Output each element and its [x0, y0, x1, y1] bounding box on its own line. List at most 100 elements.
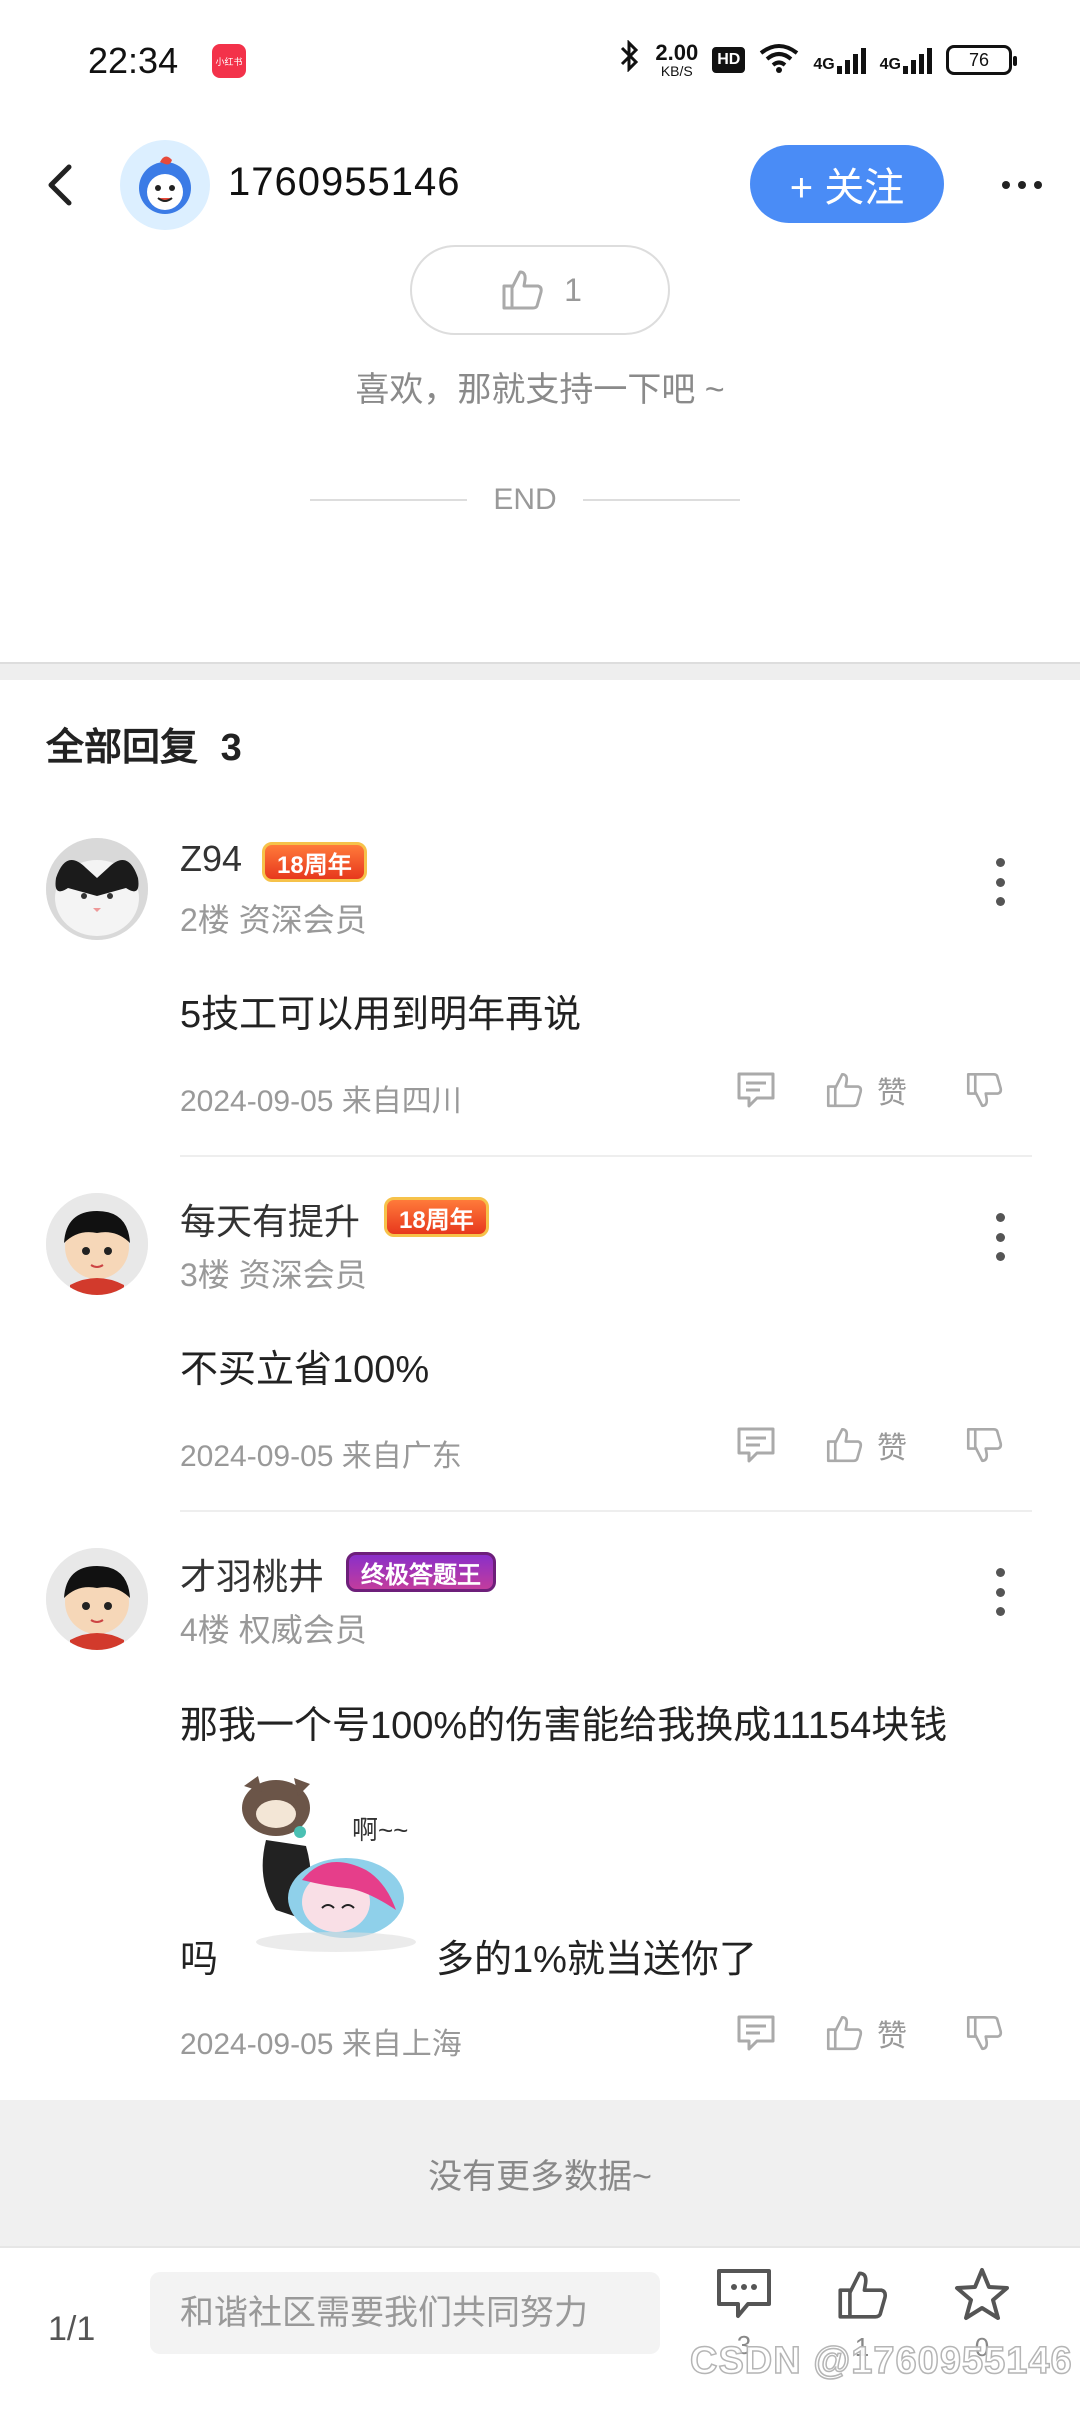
comment-icon [737, 1427, 775, 1463]
comment-floor: 3楼 资深会员 [180, 1257, 367, 1293]
thumbs-down-icon [966, 1072, 1003, 1108]
wifi-icon [759, 43, 799, 78]
anniversary-badge: 18周年 [262, 842, 367, 882]
more-options-button[interactable] [992, 155, 1052, 215]
app-notification-icon: 小红书 [212, 44, 246, 78]
reply-button[interactable] [735, 1070, 777, 1110]
comment-text: 5技工可以用到明年再说 [180, 994, 582, 1036]
comment-item: Z94 18周年 2楼 资深会员 5技工可以用到明年再说 2024-09-05 … [0, 838, 1080, 1158]
comment-divider [180, 1155, 1032, 1157]
signal-2-label: 4G [879, 56, 901, 73]
thumbs-up-icon [826, 2015, 863, 2051]
hd-icon: HD [712, 47, 746, 73]
comment-icon [737, 1072, 775, 1108]
avatar[interactable] [46, 1193, 148, 1295]
anniversary-badge: 18周年 [384, 1197, 489, 1237]
replies-header: 全部回复 3 [46, 716, 242, 771]
sticker-text: 啊~~ [352, 1815, 409, 1845]
reply-button[interactable] [735, 2013, 777, 2053]
comment-more-button[interactable] [980, 852, 1020, 912]
signal-1-label: 4G [813, 56, 835, 73]
thumbs-down-icon [966, 2015, 1003, 2051]
comment-divider [180, 1510, 1032, 1512]
comment-meta: 2024-09-05 来自广东 [180, 1440, 462, 1473]
author-avatar[interactable] [120, 140, 210, 230]
comment-actions: 赞 [735, 1423, 1005, 1467]
page-title[interactable]: 1760955146 [228, 160, 460, 205]
signal-2-icon: 4G [880, 46, 932, 74]
chevron-left-icon [48, 164, 72, 206]
like-button[interactable]: 赞 [823, 1423, 907, 1467]
net-speed: 2.00 KB/S [655, 40, 699, 79]
page-indicator[interactable]: 1/1 [48, 2310, 95, 2349]
comment-more-button[interactable] [980, 1562, 1020, 1622]
avatar[interactable] [46, 838, 148, 940]
divider-line [582, 499, 740, 501]
comment-meta: 2024-09-05 来自上海 [180, 2028, 462, 2061]
section-divider [0, 662, 1080, 680]
status-bar: 22:34 小红书 2.00 KB/S HD 4G 4G 76 [0, 0, 1080, 120]
comment-author[interactable]: Z94 [180, 838, 242, 880]
comment-actions: 赞 [735, 2011, 1005, 2055]
status-icons: 2.00 KB/S HD 4G 4G 76 [619, 38, 1017, 82]
dislike-button[interactable] [963, 2012, 1005, 2054]
comment-author[interactable]: 每天有提升 [180, 1193, 360, 1245]
thumbs-up-icon [826, 1427, 863, 1463]
comment-item: 才羽桃井 终极答题王 4楼 权威会员 那我一个号100%的伤害能给我换成1115… [0, 1548, 1080, 2088]
comment-floor: 2楼 资深会员 [180, 902, 367, 938]
replies-count: 3 [220, 727, 242, 769]
net-speed-value: 2.00 [655, 40, 699, 65]
like-button[interactable]: 赞 [823, 1068, 907, 1112]
top-nav: 1760955146 + 关注 [0, 125, 1080, 245]
reply-input[interactable] [150, 2272, 660, 2354]
comment-meta: 2024-09-05 来自四川 [180, 1085, 462, 1118]
comment-icon [737, 2015, 775, 2051]
end-marker: END [310, 483, 740, 517]
thumbs-up-icon [838, 2271, 887, 2319]
post-like-count: 1 [564, 271, 582, 308]
signal-1-icon: 4G [813, 46, 866, 74]
like-label: 赞 [877, 1432, 907, 1465]
net-speed-unit: KB/S [660, 63, 693, 79]
replies-title: 全部回复 [46, 727, 199, 769]
watermark: CSDN @1760955146 [689, 2339, 1073, 2383]
bluetooth-icon [619, 39, 641, 80]
quiz-king-badge: 终极答题王 [346, 1552, 496, 1592]
comment-floor: 4楼 权威会员 [180, 1612, 367, 1648]
dislike-button[interactable] [963, 1424, 1005, 1466]
follow-button[interactable]: + 关注 [750, 145, 944, 223]
star-icon [955, 2268, 1009, 2320]
dot-icon [1034, 181, 1042, 189]
bottom-bar: 1/1 3 1 0 [0, 2246, 1080, 2412]
thumbs-down-icon [966, 1427, 1003, 1463]
avatar[interactable] [46, 1548, 148, 1650]
no-more-data: 没有更多数据~ [0, 2100, 1080, 2246]
divider-line [310, 499, 468, 501]
comment-text-after-sticker: 多的1%就当送你了 [436, 1939, 757, 1981]
comment-text-before-sticker: 吗 [180, 1939, 219, 1981]
dislike-button[interactable] [963, 1069, 1005, 1111]
thumbs-up-icon [826, 1072, 863, 1108]
comment-item: 每天有提升 18周年 3楼 资深会员 不买立省100% 2024-09-05 来… [0, 1193, 1080, 1513]
comment-more-button[interactable] [980, 1207, 1020, 1267]
status-time: 22:34 [88, 40, 179, 81]
comment-actions: 赞 [735, 1068, 1005, 1112]
thumbs-up-icon [502, 270, 543, 310]
comment-author[interactable]: 才羽桃井 [180, 1548, 324, 1600]
post-like-button[interactable]: 1 [410, 245, 670, 335]
end-label: END [493, 483, 557, 516]
comment-text: 那我一个号100%的伤害能给我换成11154块钱 [180, 1705, 948, 1747]
dot-icon [1018, 181, 1026, 189]
comment-text: 不买立省100% [180, 1349, 430, 1391]
reply-button[interactable] [735, 1425, 777, 1465]
battery-level: 76 [968, 49, 990, 70]
back-button[interactable] [30, 155, 90, 215]
like-button[interactable]: 赞 [823, 2011, 907, 2055]
like-hint: 喜欢，那就支持一下吧 ~ [355, 371, 725, 409]
comment-icon [717, 2269, 771, 2318]
sticker-image [236, 1770, 426, 1960]
like-label: 赞 [877, 1077, 907, 1110]
like-label: 赞 [877, 2020, 907, 2053]
battery-icon: 76 [946, 45, 1017, 75]
dot-icon [1002, 181, 1010, 189]
